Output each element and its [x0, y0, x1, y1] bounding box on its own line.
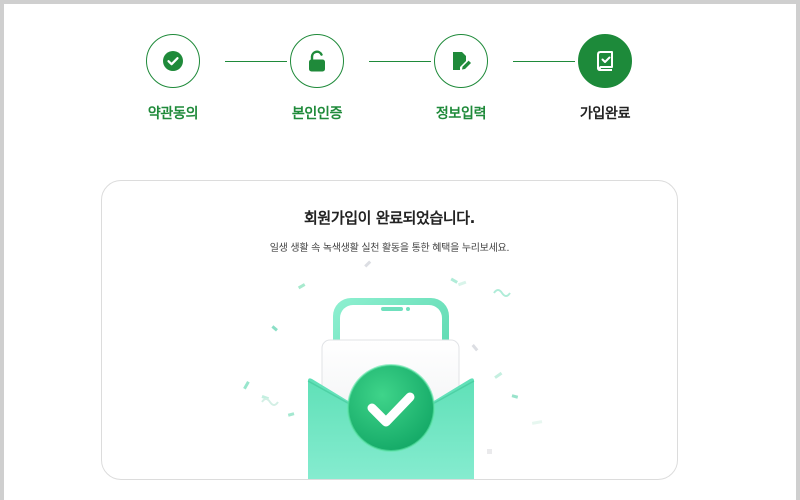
step-circle: [290, 34, 344, 88]
check-badge: [347, 364, 435, 452]
step-circle: [434, 34, 488, 88]
step-label: 정보입력: [435, 106, 487, 122]
check-icon: [163, 51, 183, 71]
step-label: 약관동의: [147, 106, 199, 122]
step-circle: [146, 34, 200, 88]
step-terms: 약관동의: [113, 34, 233, 123]
completion-card: 회원가입이 완료되었습니다. 일생 생활 속 녹색생활 실천 활동을 통한 혜택…: [101, 180, 678, 480]
unlock-icon: [309, 50, 325, 72]
step-verification: 본인인증: [257, 34, 377, 123]
step-label: 가입완료: [579, 106, 631, 122]
step-info-entry: 정보입력: [401, 34, 521, 123]
edit-document-icon: [453, 52, 471, 70]
completed-book-icon: [597, 51, 613, 71]
phone-envelope-check-illustration: [243, 260, 543, 479]
step-complete: 가입완료: [545, 34, 665, 123]
step-label: 본인인증: [291, 106, 343, 122]
step-circle-active: [578, 34, 632, 88]
signup-stepper: 약관동의 본인인증 정보입력 가입완료: [0, 0, 800, 140]
